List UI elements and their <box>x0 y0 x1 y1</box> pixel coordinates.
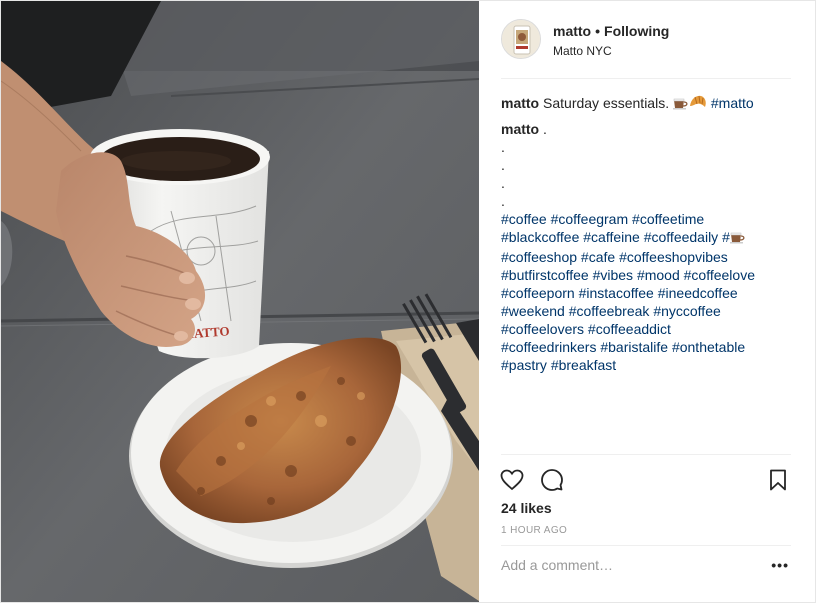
hashtag-line: #pastry #breakfast <box>501 356 801 374</box>
hashtag-link[interactable]: #coffeeshop <box>501 249 577 265</box>
post-header: matto • Following Matto NYC <box>501 19 791 79</box>
comment-icon[interactable] <box>539 467 565 493</box>
post-sidebar: matto • Following Matto NYC matto Saturday… <box>479 1 815 602</box>
action-icons <box>499 467 791 493</box>
hashtag-link[interactable]: #nyccoffee <box>653 303 720 319</box>
separator-dot: • <box>595 23 601 39</box>
username-link[interactable]: matto <box>553 23 591 39</box>
hashtag-link[interactable]: #matto <box>711 95 754 111</box>
coffee-pastry-image: MATTO <box>1 1 479 602</box>
hashtag-line: #coffeelovers #coffeeaddict <box>501 320 801 338</box>
hashtag-link[interactable]: #coffeebreak <box>569 303 650 319</box>
hashtag-link[interactable]: #breakfast <box>551 357 616 373</box>
hashtag-link[interactable]: #coffee <box>501 211 547 227</box>
likes-count[interactable]: 24 likes <box>501 500 552 516</box>
hashtag-link[interactable]: #onthetable <box>672 339 745 355</box>
hashtag-list: #coffee #coffeegram #coffeetime #blackco… <box>501 210 801 374</box>
comment-text: . <box>543 121 547 137</box>
dot-line: . <box>501 139 505 155</box>
hashtag-link[interactable]: #butfirstcoffee <box>501 267 589 283</box>
hashtag-link[interactable]: #coffeetime <box>632 211 704 227</box>
hashtag-link[interactable]: #blackcoffee <box>501 229 579 245</box>
hashtag-line: #blackcoffee #caffeine #coffeedaily # <box>501 228 801 248</box>
heart-icon[interactable] <box>499 467 525 493</box>
post-actions: 24 likes 1 HOUR AGO ••• <box>499 454 791 583</box>
post-photo[interactable]: MATTO <box>1 1 479 602</box>
caption-line: matto Saturday essentials. #matto <box>501 94 801 114</box>
comment-username[interactable]: matto <box>501 121 539 137</box>
bookmark-icon[interactable] <box>765 467 791 493</box>
hashtag-link[interactable]: #coffeeporn <box>501 285 575 301</box>
hashtag-link[interactable]: #coffeeshopvibes <box>619 249 728 265</box>
location-link[interactable]: Matto NYC <box>553 44 669 58</box>
hashtag-line: #weekend #coffeebreak #nyccoffee <box>501 302 801 320</box>
hashtag-link[interactable]: # <box>722 229 730 245</box>
hashtag-link[interactable]: #coffeelovers <box>501 321 584 337</box>
second-comment: matto . <box>501 120 801 138</box>
hashtag-line: #coffeeshop #cafe #coffeeshopvibes <box>501 248 801 266</box>
hashtag-link[interactable]: #baristalife <box>600 339 668 355</box>
hashtag-link[interactable]: #coffeelove <box>684 267 755 283</box>
comment-input[interactable] <box>501 556 751 573</box>
coffee-icon <box>672 96 689 114</box>
user-line: matto • Following <box>553 23 669 39</box>
hashtag-line: #coffeedrinkers #baristalife #onthetable <box>501 338 801 356</box>
hashtag-link[interactable]: #weekend <box>501 303 565 319</box>
dot-lines: . . . . <box>501 138 801 210</box>
dot-line: . <box>501 157 505 173</box>
post-timestamp[interactable]: 1 HOUR AGO <box>501 525 567 536</box>
more-options-icon[interactable]: ••• <box>771 557 789 573</box>
caption: matto Saturday essentials. #matto matto … <box>501 94 801 374</box>
hashtag-link[interactable]: #instacoffee <box>579 285 654 301</box>
hashtag-link[interactable]: #vibes <box>593 267 633 283</box>
hashtag-link[interactable]: #mood <box>637 267 680 283</box>
dot-line: . <box>501 193 505 209</box>
coffee-icon <box>729 230 746 248</box>
header-text: matto • Following Matto NYC <box>553 23 669 58</box>
croissant-icon <box>689 94 707 114</box>
hashtag-link[interactable]: #coffeeaddict <box>588 321 671 337</box>
hashtag-link[interactable]: #coffeedrinkers <box>501 339 596 355</box>
dot-line: . <box>501 175 505 191</box>
hashtag-link[interactable]: #pastry <box>501 357 547 373</box>
hashtag-line: #butfirstcoffee #vibes #mood #coffeelove <box>501 266 801 284</box>
hashtag-link[interactable]: #cafe <box>581 249 615 265</box>
avatar[interactable] <box>501 19 541 59</box>
instagram-post: MATTO matto • Following Matto NYC matto … <box>0 0 816 603</box>
hashtag-link[interactable]: #coffeegram <box>551 211 629 227</box>
caption-username[interactable]: matto <box>501 95 539 111</box>
add-comment-bar: ••• <box>501 545 791 583</box>
hashtag-link[interactable]: #ineedcoffee <box>658 285 738 301</box>
hashtag-line: #coffeeporn #instacoffee #ineedcoffee <box>501 284 801 302</box>
caption-text: Saturday essentials. <box>543 95 670 111</box>
hashtag-link[interactable]: #caffeine <box>583 229 640 245</box>
hashtag-link[interactable]: #coffeedaily <box>644 229 718 245</box>
hashtag-line: #coffee #coffeegram #coffeetime <box>501 210 801 228</box>
follow-status[interactable]: Following <box>604 23 669 39</box>
